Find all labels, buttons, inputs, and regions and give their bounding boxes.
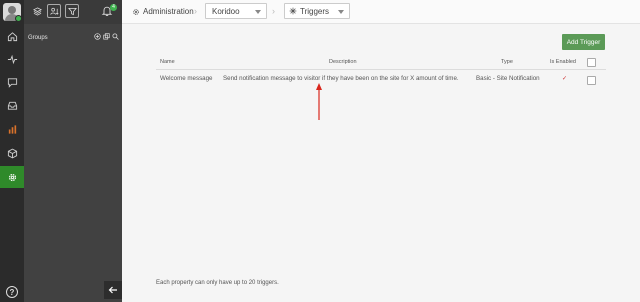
filter-icon[interactable] [65, 4, 79, 18]
icon-rail: ? [0, 0, 24, 302]
help-icon[interactable]: ? [6, 286, 18, 298]
column-header-description: Description [329, 59, 357, 65]
home-icon[interactable] [0, 25, 24, 47]
activity-icon[interactable] [0, 48, 24, 70]
box-icon[interactable] [0, 142, 24, 164]
settings-gear-icon[interactable] [0, 166, 24, 188]
user-sort-icon[interactable] [47, 4, 61, 18]
arrow-left-icon [108, 286, 117, 294]
inbox-icon[interactable] [0, 94, 24, 116]
chat-icon[interactable] [0, 71, 24, 93]
reports-icon[interactable] [0, 118, 24, 140]
column-header-name: Name [160, 59, 175, 65]
collapse-panel-button[interactable] [104, 281, 122, 299]
online-status-dot [15, 15, 22, 22]
copy-group-icon[interactable] [103, 33, 110, 40]
breadcrumb-separator: › [272, 6, 275, 16]
enabled-check-icon: ✓ [562, 76, 568, 82]
site-select-value: Koridoo [212, 7, 240, 16]
chevron-down-icon [338, 10, 344, 14]
column-header-enabled: Is Enabled [550, 59, 576, 65]
select-all-checkbox[interactable] [587, 58, 596, 67]
main-content: Add Trigger Name Description Type Is Ena… [122, 24, 640, 302]
gear-icon [133, 8, 139, 15]
column-header-type: Type [501, 59, 513, 65]
row-checkbox[interactable] [587, 76, 596, 85]
trigger-description: Send notification message to visitor if … [223, 75, 459, 82]
breadcrumb-separator: › [194, 6, 197, 16]
triggers-limit-note: Each property can only have up to 20 tri… [156, 280, 279, 286]
add-trigger-button[interactable]: Add Trigger [562, 34, 605, 50]
breadcrumb-administration[interactable]: Administration [132, 7, 194, 16]
trigger-name: Welcome message [160, 75, 213, 82]
chevron-down-icon [255, 10, 261, 14]
trigger-icon [289, 7, 297, 15]
search-group-icon[interactable] [112, 33, 119, 40]
groups-tools [94, 33, 119, 40]
site-select[interactable]: Koridoo [205, 3, 267, 19]
section-select-value: Triggers [300, 7, 330, 16]
add-group-icon[interactable] [94, 33, 101, 40]
layers-icon[interactable] [30, 4, 44, 18]
breadcrumb-admin-label: Administration [143, 7, 194, 16]
header-divider [156, 69, 606, 70]
top-header: Administration › Koridoo › Triggers [122, 0, 640, 24]
groups-label: Groups [28, 35, 48, 41]
section-select[interactable]: Triggers [284, 3, 350, 19]
trigger-type: Basic - Site Notification [476, 75, 540, 82]
notification-badge: 4 [110, 4, 117, 11]
groups-panel: 4 Groups [24, 0, 122, 302]
annotation-arrow [316, 83, 322, 120]
